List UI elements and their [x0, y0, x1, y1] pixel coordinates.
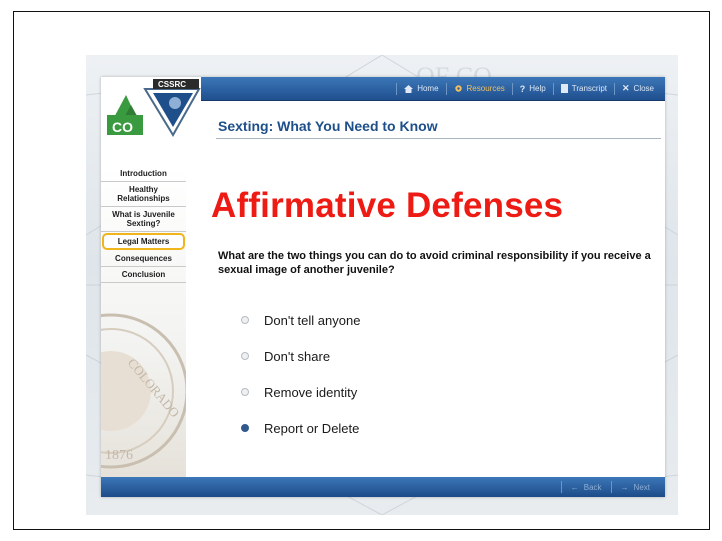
option-dont-tell-anyone[interactable]: Don't tell anyone: [241, 302, 541, 338]
home-label: Home: [417, 84, 439, 93]
sidebar-item-conclusion[interactable]: Conclusion: [101, 267, 186, 283]
option-label: Remove identity: [264, 384, 358, 400]
answer-options: Don't tell anyone Don't share Remove ide…: [241, 302, 541, 446]
page-frame: OF CO CO CSSRC: [13, 11, 710, 530]
course-window: CO CSSRC Home Resources ? Help Transcrip…: [101, 77, 665, 497]
help-icon: ?: [519, 83, 526, 94]
sidebar-menu: Introduction Healthy Relationships What …: [101, 166, 186, 283]
sidebar-item-juvenile-sexting[interactable]: What is Juvenile Sexting?: [101, 207, 186, 232]
colorado-logo-icon: CO CSSRC: [107, 79, 201, 137]
radio-button[interactable]: [241, 388, 249, 396]
document-icon: [560, 84, 568, 93]
sidebar-item-introduction[interactable]: Introduction: [101, 166, 186, 182]
next-button[interactable]: → Next: [610, 481, 659, 493]
help-button[interactable]: ? Help: [511, 82, 553, 95]
help-label: Help: [529, 84, 546, 93]
back-button[interactable]: ← Back: [560, 481, 611, 493]
option-label: Don't tell anyone: [264, 312, 361, 328]
colorado-seal-icon: COLORADO 1876: [101, 313, 186, 469]
cssrc-logo: CO CSSRC: [101, 77, 201, 141]
option-dont-share[interactable]: Don't share: [241, 338, 541, 374]
option-label: Don't share: [264, 348, 331, 364]
sidebar: COLORADO 1876 Introduction Healthy Relat…: [101, 166, 186, 477]
sidebar-item-healthy-relationships[interactable]: Healthy Relationships: [101, 182, 186, 207]
option-report-or-delete[interactable]: Report or Delete: [241, 410, 541, 446]
page-heading: Affirmative Defenses: [211, 186, 564, 225]
bottom-nav: ← Back → Next: [560, 477, 659, 497]
sidebar-item-consequences[interactable]: Consequences: [101, 251, 186, 267]
close-label: Close: [633, 84, 654, 93]
close-icon: ✕: [622, 83, 630, 93]
home-button[interactable]: Home: [396, 82, 445, 95]
radio-button-selected[interactable]: [241, 424, 249, 432]
course-title: Sexting: What You Need to Know: [218, 118, 438, 134]
radio-button[interactable]: [241, 352, 249, 360]
title-divider: [216, 138, 661, 139]
next-label: Next: [633, 482, 650, 492]
transcript-label: Transcript: [571, 84, 607, 93]
gear-icon: [454, 85, 462, 92]
seal-year-text: 1876: [105, 448, 133, 463]
top-toolbar: Home Resources ? Help Transcript ✕ Close: [201, 77, 665, 101]
logo-co-text: CO: [112, 119, 133, 135]
slide-stage: OF CO CO CSSRC: [86, 55, 678, 515]
logo-cssrc-text: CSSRC: [158, 80, 186, 89]
arrow-left-icon: ←: [570, 482, 579, 492]
radio-button[interactable]: [241, 316, 249, 324]
option-label: Report or Delete: [264, 420, 360, 436]
question-text: What are the two things you can do to av…: [218, 250, 651, 276]
top-nav: Home Resources ? Help Transcript ✕ Close: [396, 77, 661, 100]
home-icon: [404, 84, 414, 93]
arrow-right-icon: →: [620, 482, 629, 492]
sidebar-item-legal-matters[interactable]: Legal Matters: [102, 233, 185, 250]
bottom-toolbar: ← Back → Next: [101, 477, 665, 497]
transcript-button[interactable]: Transcript: [552, 82, 614, 95]
resources-button[interactable]: Resources: [445, 82, 512, 95]
close-button[interactable]: ✕ Close: [614, 82, 661, 95]
option-remove-identity[interactable]: Remove identity: [241, 374, 541, 410]
back-label: Back: [583, 482, 602, 492]
resources-label: Resources: [466, 84, 505, 93]
